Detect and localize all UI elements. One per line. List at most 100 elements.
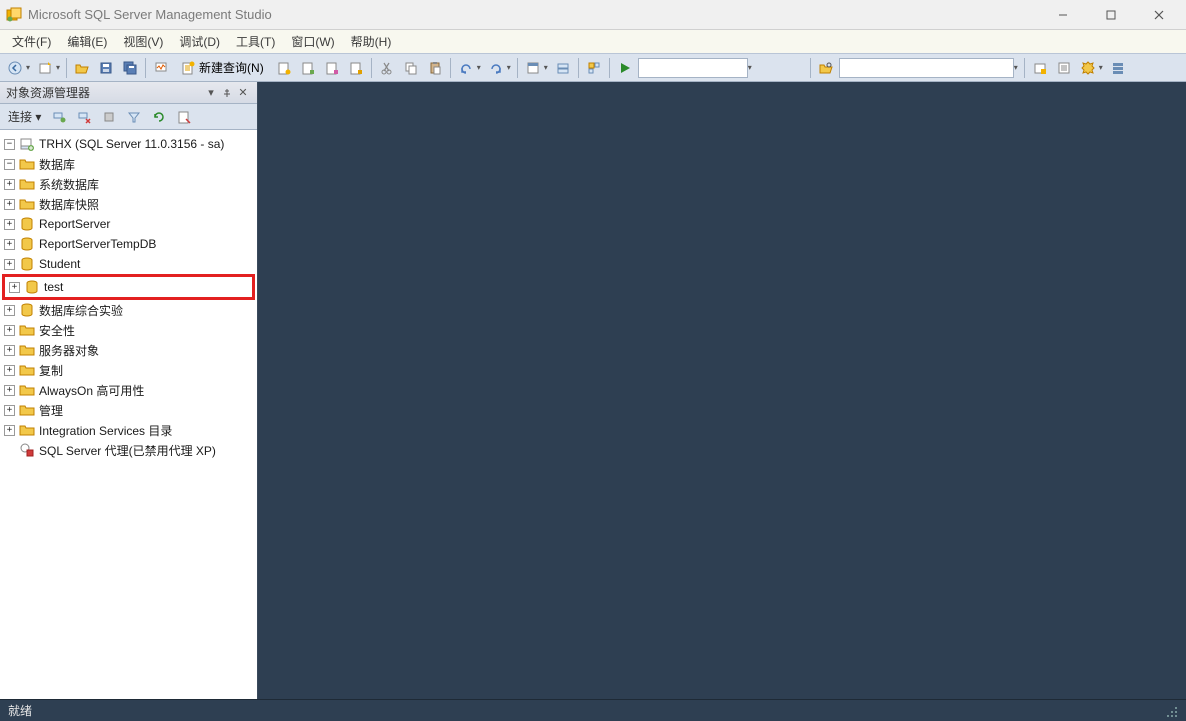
tb-find-icon[interactable] — [815, 57, 837, 79]
expand-icon[interactable]: + — [4, 405, 15, 416]
tree-label: 数据库快照 — [39, 196, 99, 213]
tb-template-icon[interactable] — [1053, 57, 1075, 79]
tree-db-node[interactable]: + Student — [0, 254, 257, 274]
tb-undo-icon[interactable] — [455, 57, 477, 79]
menu-file[interactable]: 文件(F) — [4, 29, 59, 54]
collapse-icon[interactable]: − — [4, 159, 15, 170]
tree-view[interactable]: − TRHX (SQL Server 11.0.3156 - sa) − 数据库 — [0, 130, 257, 699]
dropdown-arrow-icon[interactable]: ▾ — [748, 63, 754, 72]
tb-copy-icon[interactable] — [400, 57, 422, 79]
menu-edit[interactable]: 编辑(E) — [59, 29, 115, 54]
tree-server-node[interactable]: − TRHX (SQL Server 11.0.3156 - sa) — [0, 134, 257, 154]
expand-icon[interactable]: + — [4, 179, 15, 190]
menu-window[interactable]: 窗口(W) — [283, 29, 342, 54]
tree-label: 数据库 — [39, 156, 75, 173]
pt-script-icon[interactable] — [173, 106, 195, 128]
menu-tools[interactable]: 工具(T) — [228, 29, 283, 54]
expand-icon[interactable]: + — [4, 259, 15, 270]
tb-toolbox-icon[interactable] — [1107, 57, 1129, 79]
collapse-icon[interactable]: − — [4, 139, 15, 150]
panel-pin-icon[interactable] — [219, 85, 235, 101]
pt-stop-icon[interactable] — [98, 106, 120, 128]
menu-debug[interactable]: 调试(D) — [171, 29, 228, 54]
expand-icon[interactable]: + — [4, 239, 15, 250]
tb-options-icon[interactable] — [1077, 57, 1099, 79]
tb-xmla-query-icon[interactable] — [345, 57, 367, 79]
tb-mdx-query-icon[interactable] — [297, 57, 319, 79]
tree-label: Student — [39, 257, 80, 271]
minimize-button[interactable] — [1048, 5, 1078, 25]
menu-view[interactable]: 视图(V) — [115, 29, 171, 54]
tb-navigate-back-icon[interactable] — [4, 57, 26, 79]
menu-help[interactable]: 帮助(H) — [343, 29, 400, 54]
panel-close-icon[interactable]: ✕ — [235, 85, 251, 101]
folder-icon — [19, 402, 35, 418]
tb-solution-icon[interactable] — [1029, 57, 1051, 79]
tree-db-node[interactable]: + ReportServer — [0, 214, 257, 234]
expand-icon[interactable]: + — [4, 219, 15, 230]
expand-icon[interactable]: + — [4, 325, 15, 336]
tree-label: ReportServerTempDB — [39, 237, 156, 251]
dropdown-arrow-icon[interactable]: ▾ — [507, 63, 513, 72]
expand-icon[interactable]: + — [4, 365, 15, 376]
tree-alwayson-node[interactable]: + AlwaysOn 高可用性 — [0, 380, 257, 400]
tb-new-project-icon[interactable] — [34, 57, 56, 79]
folder-icon — [19, 382, 35, 398]
tree-management-node[interactable]: + 管理 — [0, 400, 257, 420]
tb-activity-monitor-icon[interactable] — [150, 57, 172, 79]
pt-filter-icon[interactable] — [123, 106, 145, 128]
pt-disconnect-icon[interactable] — [73, 106, 95, 128]
tb-save-icon[interactable] — [95, 57, 117, 79]
tree-databases-node[interactable]: − 数据库 — [0, 154, 257, 174]
tb-saveall-icon[interactable] — [119, 57, 141, 79]
tb-properties-icon[interactable] — [522, 57, 544, 79]
expand-icon[interactable]: + — [4, 305, 15, 316]
tree-serverobjects-node[interactable]: + 服务器对象 — [0, 340, 257, 360]
dropdown-arrow-icon[interactable]: ▾ — [26, 63, 32, 72]
tree-replication-node[interactable]: + 复制 — [0, 360, 257, 380]
tree-integration-node[interactable]: + Integration Services 目录 — [0, 420, 257, 440]
tree-agent-node[interactable]: SQL Server 代理(已禁用代理 XP) — [0, 440, 257, 460]
tree-security-node[interactable]: + 安全性 — [0, 320, 257, 340]
expand-icon[interactable]: + — [9, 282, 20, 293]
tb-execute-icon[interactable] — [614, 57, 636, 79]
resize-grip-icon[interactable] — [1164, 704, 1178, 718]
tree-db-node-highlighted[interactable]: + test — [5, 277, 252, 297]
dropdown-arrow-icon[interactable]: ▾ — [477, 63, 483, 72]
tree-db-node[interactable]: + ReportServerTempDB — [0, 234, 257, 254]
tb-registered-servers-icon[interactable] — [552, 57, 574, 79]
tb-debug-target-combo[interactable] — [638, 58, 748, 78]
new-query-button[interactable]: 新建查询(N) — [174, 57, 271, 79]
tree-snapshot-node[interactable]: + 数据库快照 — [0, 194, 257, 214]
panel-menu-icon[interactable]: ▾ — [203, 85, 219, 101]
dropdown-arrow-icon[interactable]: ▾ — [1014, 63, 1020, 72]
tree-systemdb-node[interactable]: + 系统数据库 — [0, 174, 257, 194]
database-icon — [19, 256, 35, 272]
new-query-label: 新建查询(N) — [199, 59, 264, 76]
tb-redo-icon[interactable] — [485, 57, 507, 79]
connect-dropdown[interactable]: 连接 ▾ — [4, 108, 45, 125]
tb-paste-icon[interactable] — [424, 57, 446, 79]
tb-db-engine-query-icon[interactable] — [273, 57, 295, 79]
expand-icon[interactable]: + — [4, 425, 15, 436]
new-query-icon — [181, 61, 195, 75]
tree-db-node[interactable]: + 数据库综合实验 — [0, 300, 257, 320]
tb-dmx-query-icon[interactable] — [321, 57, 343, 79]
status-text: 就绪 — [8, 702, 32, 719]
agent-icon — [19, 442, 35, 458]
maximize-button[interactable] — [1096, 5, 1126, 25]
tb-find-combo[interactable] — [839, 58, 1014, 78]
expand-icon[interactable]: + — [4, 199, 15, 210]
tb-open-icon[interactable] — [71, 57, 93, 79]
tb-cut-icon[interactable] — [376, 57, 398, 79]
pt-connect-icon[interactable] — [48, 106, 70, 128]
tb-object-explorer-icon[interactable] — [583, 57, 605, 79]
pt-refresh-icon[interactable] — [148, 106, 170, 128]
close-button[interactable] — [1144, 5, 1174, 25]
expand-icon[interactable]: + — [4, 345, 15, 356]
expand-icon[interactable]: + — [4, 385, 15, 396]
folder-icon — [19, 156, 35, 172]
dropdown-arrow-icon[interactable]: ▾ — [544, 63, 550, 72]
dropdown-arrow-icon[interactable]: ▾ — [56, 63, 62, 72]
dropdown-arrow-icon[interactable]: ▾ — [1099, 63, 1105, 72]
